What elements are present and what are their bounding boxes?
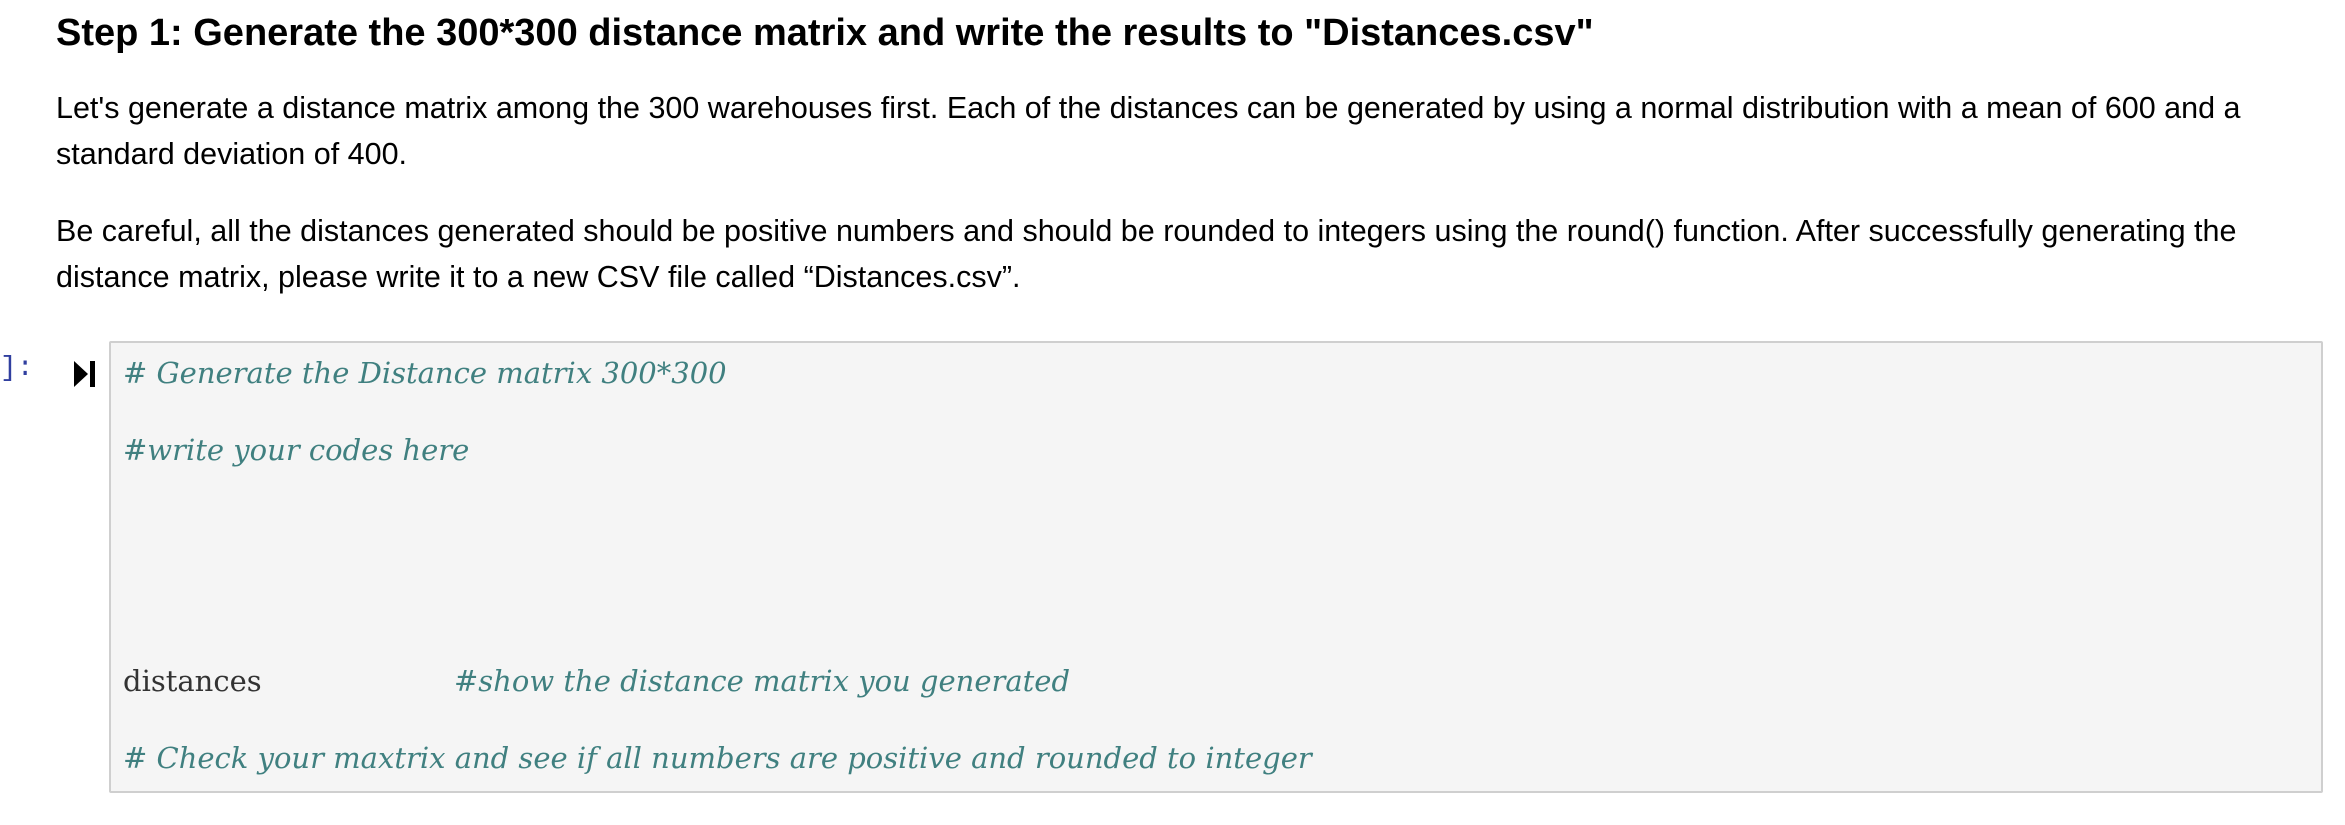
- code-comment-line: #write your codes here: [123, 433, 470, 467]
- code-variable-line: distances: [123, 664, 262, 698]
- input-prompt: ]:: [0, 353, 34, 384]
- step-heading: Step 1: Generate the 300*300 distance ma…: [56, 12, 1594, 54]
- code-comment-line: # Generate the Distance matrix 300*300: [123, 356, 727, 390]
- code-editor[interactable]: # Generate the Distance matrix 300*300 #…: [109, 341, 2323, 793]
- run-cell-icon[interactable]: [74, 360, 96, 388]
- instructions-paragraph-2: Be careful, all the distances generated …: [56, 214, 2237, 294]
- code-inline-comment: #show the distance matrix you generated: [454, 664, 1071, 698]
- code-comment-line: # Check your maxtrix and see if all numb…: [123, 741, 1312, 775]
- instructions-paragraph-1: Let's generate a distance matrix among t…: [56, 91, 2241, 171]
